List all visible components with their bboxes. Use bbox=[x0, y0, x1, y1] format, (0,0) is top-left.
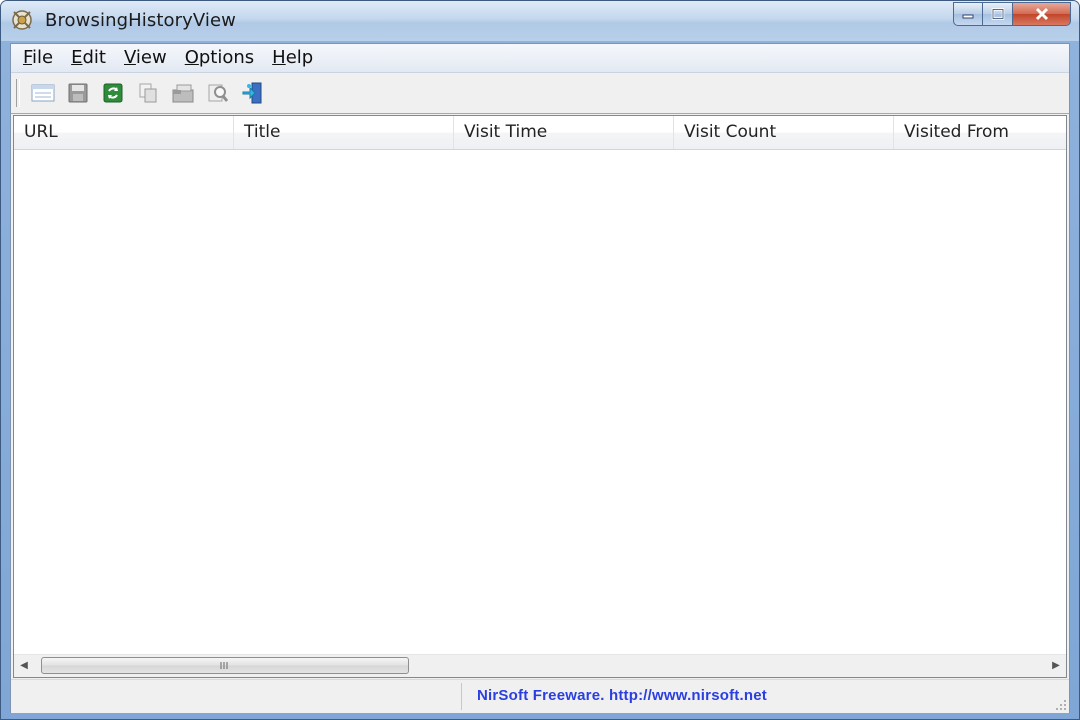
app-icon bbox=[12, 10, 32, 30]
find-button[interactable] bbox=[203, 78, 233, 108]
find-icon bbox=[208, 84, 229, 102]
menu-view[interactable]: View bbox=[115, 45, 176, 71]
column-header-visited-from[interactable]: Visited From bbox=[894, 116, 1066, 149]
exit-button[interactable] bbox=[238, 78, 268, 108]
close-icon bbox=[1035, 7, 1048, 21]
html-report-icon bbox=[172, 84, 194, 103]
html-report-button[interactable] bbox=[168, 78, 198, 108]
exit-icon bbox=[242, 82, 262, 104]
horizontal-scrollbar[interactable]: ◀ ▶ bbox=[14, 654, 1066, 677]
column-header-visit-count[interactable]: Visit Count bbox=[674, 116, 894, 149]
save-icon bbox=[68, 83, 88, 103]
close-button[interactable] bbox=[1013, 2, 1071, 26]
client-area: File Edit View Options Help URL Title Vi… bbox=[10, 43, 1070, 713]
toolbar-grip[interactable] bbox=[16, 79, 20, 107]
size-grip-icon[interactable] bbox=[1053, 697, 1067, 711]
copy-icon bbox=[139, 83, 157, 103]
app-window: BrowsingHistoryView File Edit View Optio… bbox=[0, 0, 1080, 720]
copy-button[interactable] bbox=[133, 78, 163, 108]
scroll-right-button[interactable]: ▶ bbox=[1046, 655, 1066, 677]
minimize-icon bbox=[962, 14, 974, 19]
status-nirsoft-link[interactable]: NirSoft Freeware. http://www.nirsoft.net bbox=[477, 687, 767, 704]
window-title: BrowsingHistoryView bbox=[45, 10, 236, 31]
menu-options[interactable]: Options bbox=[176, 45, 263, 71]
history-list[interactable]: URL Title Visit Time Visit Count Visited… bbox=[13, 115, 1067, 678]
toolbar bbox=[11, 73, 1069, 114]
scroll-left-button[interactable]: ◀ bbox=[14, 655, 34, 677]
menu-edit[interactable]: Edit bbox=[62, 45, 115, 71]
status-pane-count bbox=[11, 683, 462, 710]
scroll-thumb[interactable] bbox=[41, 657, 409, 674]
column-header-visit-time[interactable]: Visit Time bbox=[454, 116, 674, 149]
thumb-grip-icon bbox=[220, 662, 228, 669]
column-header-title[interactable]: Title bbox=[234, 116, 454, 149]
maximize-icon bbox=[991, 8, 1004, 20]
refresh-icon bbox=[103, 83, 123, 103]
menu-help[interactable]: Help bbox=[263, 45, 322, 71]
caption-buttons bbox=[953, 2, 1071, 26]
properties-button[interactable] bbox=[28, 78, 58, 108]
title-bar[interactable]: BrowsingHistoryView bbox=[1, 1, 1079, 41]
maximize-button[interactable] bbox=[983, 2, 1013, 26]
menu-file[interactable]: File bbox=[11, 45, 62, 71]
menu-bar: File Edit View Options Help bbox=[11, 44, 1069, 73]
save-button[interactable] bbox=[63, 78, 93, 108]
refresh-button[interactable] bbox=[98, 78, 128, 108]
status-bar: NirSoft Freeware. http://www.nirsoft.net bbox=[11, 679, 1069, 713]
minimize-button[interactable] bbox=[953, 2, 983, 26]
list-header: URL Title Visit Time Visit Count Visited… bbox=[14, 116, 1066, 150]
column-header-url[interactable]: URL bbox=[14, 116, 234, 149]
properties-icon bbox=[31, 84, 55, 102]
